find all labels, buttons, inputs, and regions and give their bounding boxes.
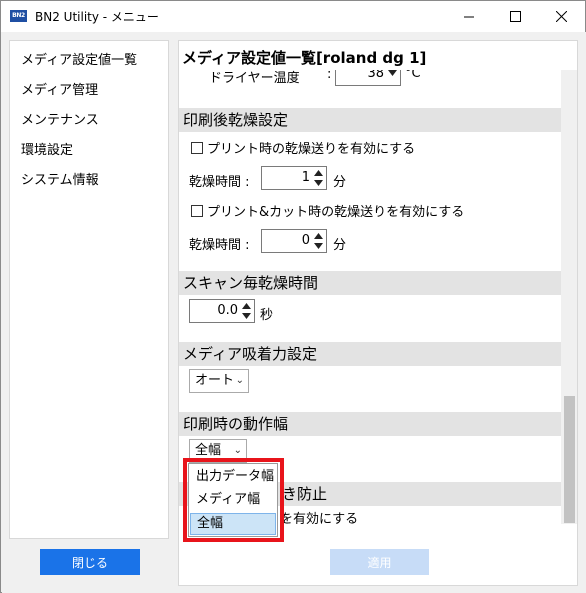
dropdown-option-media-width[interactable]: メディア幅 xyxy=(190,489,276,511)
arrow-up-icon xyxy=(314,170,323,176)
section-post-print-dry: 印刷後乾燥設定 xyxy=(179,108,561,132)
sidebar-item-environment-settings[interactable]: 環境設定 xyxy=(21,139,73,158)
suction-select-value: オート xyxy=(195,373,235,388)
close-window-button[interactable] xyxy=(538,1,584,32)
dry-time-2-stepper[interactable]: 0 xyxy=(261,229,327,253)
print-cut-dry-checkbox-row[interactable]: プリント&カット時の乾燥送りを有効にする xyxy=(191,201,464,220)
dry-time-1-value: 1 xyxy=(301,170,310,185)
section-prevent-visible-text: き防止 xyxy=(282,485,328,503)
print-dry-checkbox[interactable] xyxy=(191,142,203,154)
print-dry-checkbox-label: プリント時の乾燥送りを有効にする xyxy=(207,142,416,157)
print-cut-dry-checkbox-label: プリント&カット時の乾燥送りを有効にする xyxy=(207,205,465,220)
scan-dry-stepper[interactable]: 0.0 xyxy=(189,299,255,323)
chevron-down-icon: ⌄ xyxy=(233,445,242,456)
scan-dry-value: 0.0 xyxy=(217,303,238,318)
page-title: メディア設定値一覧[roland dg 1] xyxy=(182,49,427,67)
dry-time-1-unit: 分 xyxy=(333,175,347,190)
print-width-dropdown-list: 出力データ幅 メディア幅 全幅 xyxy=(188,463,278,537)
arrow-down-icon xyxy=(314,180,323,186)
minimize-button[interactable] xyxy=(446,1,492,32)
dry-time-2-increment[interactable] xyxy=(312,231,325,241)
prevent-checkbox-visible-text: を有効にする xyxy=(280,512,359,524)
section-media-suction: メディア吸着力設定 xyxy=(179,342,561,366)
dropdown-option-full-width[interactable]: 全幅 xyxy=(190,513,276,535)
dryer-temp-colon: : xyxy=(327,70,332,82)
dryer-temp-unit: °C xyxy=(405,70,421,81)
arrow-down-icon xyxy=(314,243,323,249)
dry-time-2-value: 0 xyxy=(301,233,310,248)
close-button[interactable]: 閉じる xyxy=(40,549,140,575)
dry-time-2-label: 乾燥時間 : xyxy=(189,238,250,253)
dry-time-1-increment[interactable] xyxy=(312,168,325,178)
print-dry-checkbox-row[interactable]: プリント時の乾燥送りを有効にする xyxy=(191,138,415,157)
sidebar-item-media-settings-list[interactable]: メディア設定値一覧 xyxy=(21,49,137,68)
arrow-down-icon xyxy=(242,313,251,319)
app-window: BN2 BN2 Utility - メニュー メディア設定値一覧 メディア管理 … xyxy=(0,0,586,593)
print-width-select[interactable]: 全幅 ⌄ xyxy=(189,439,247,463)
sidebar-item-maintenance[interactable]: メンテナンス xyxy=(21,109,99,128)
sidebar: メディア設定値一覧 メディア管理 メンテナンス 環境設定 システム情報 xyxy=(9,40,169,539)
dry-time-1-stepper[interactable]: 1 xyxy=(261,166,327,190)
scan-dry-unit: 秒 xyxy=(260,308,274,323)
chevron-down-icon: ⌄ xyxy=(235,375,244,386)
dry-time-2-decrement[interactable] xyxy=(312,241,325,251)
scan-dry-decrement[interactable] xyxy=(240,311,253,321)
dryer-temp-stepper[interactable]: 38 xyxy=(335,70,401,86)
sidebar-item-media-management[interactable]: メディア管理 xyxy=(21,79,98,98)
close-icon xyxy=(555,11,567,22)
scrollbar-thumb[interactable] xyxy=(564,396,575,523)
window-title: BN2 Utility - メニュー xyxy=(35,10,159,24)
suction-select[interactable]: オート ⌄ xyxy=(189,369,249,393)
dryer-temp-value: 38 xyxy=(367,70,384,81)
dry-time-2-unit: 分 xyxy=(333,238,347,253)
dropdown-option-output-data-width[interactable]: 出力データ幅 xyxy=(190,466,276,488)
maximize-icon xyxy=(509,11,521,22)
scan-dry-increment[interactable] xyxy=(240,301,253,311)
minimize-icon xyxy=(463,16,474,18)
print-width-select-value: 全幅 xyxy=(195,443,222,458)
maximize-button[interactable] xyxy=(492,1,538,32)
arrow-up-icon xyxy=(242,303,251,309)
dry-time-1-decrement[interactable] xyxy=(312,178,325,188)
arrow-down-icon xyxy=(388,70,397,76)
settings-scroll-area[interactable]: ドライヤー温度 : 38 °C 印刷後乾燥設定 プリント時の乾燥送りを有効にする… xyxy=(179,70,561,524)
dryer-temp-decrement[interactable] xyxy=(386,70,399,78)
dryer-temp-label: ドライヤー温度 xyxy=(209,71,300,86)
title-bar[interactable]: BN2 BN2 Utility - メニュー xyxy=(1,1,585,32)
app-logo-icon: BN2 xyxy=(10,10,27,22)
vertical-scrollbar[interactable] xyxy=(561,70,577,524)
print-cut-dry-checkbox[interactable] xyxy=(191,205,203,217)
arrow-up-icon xyxy=(314,233,323,239)
section-scan-dry: スキャン毎乾燥時間 xyxy=(179,271,561,295)
sidebar-item-system-info[interactable]: システム情報 xyxy=(21,169,99,188)
apply-button[interactable]: 適用 xyxy=(330,549,429,575)
section-print-width: 印刷時の動作幅 xyxy=(179,412,561,436)
dry-time-1-label: 乾燥時間 : xyxy=(189,175,250,190)
